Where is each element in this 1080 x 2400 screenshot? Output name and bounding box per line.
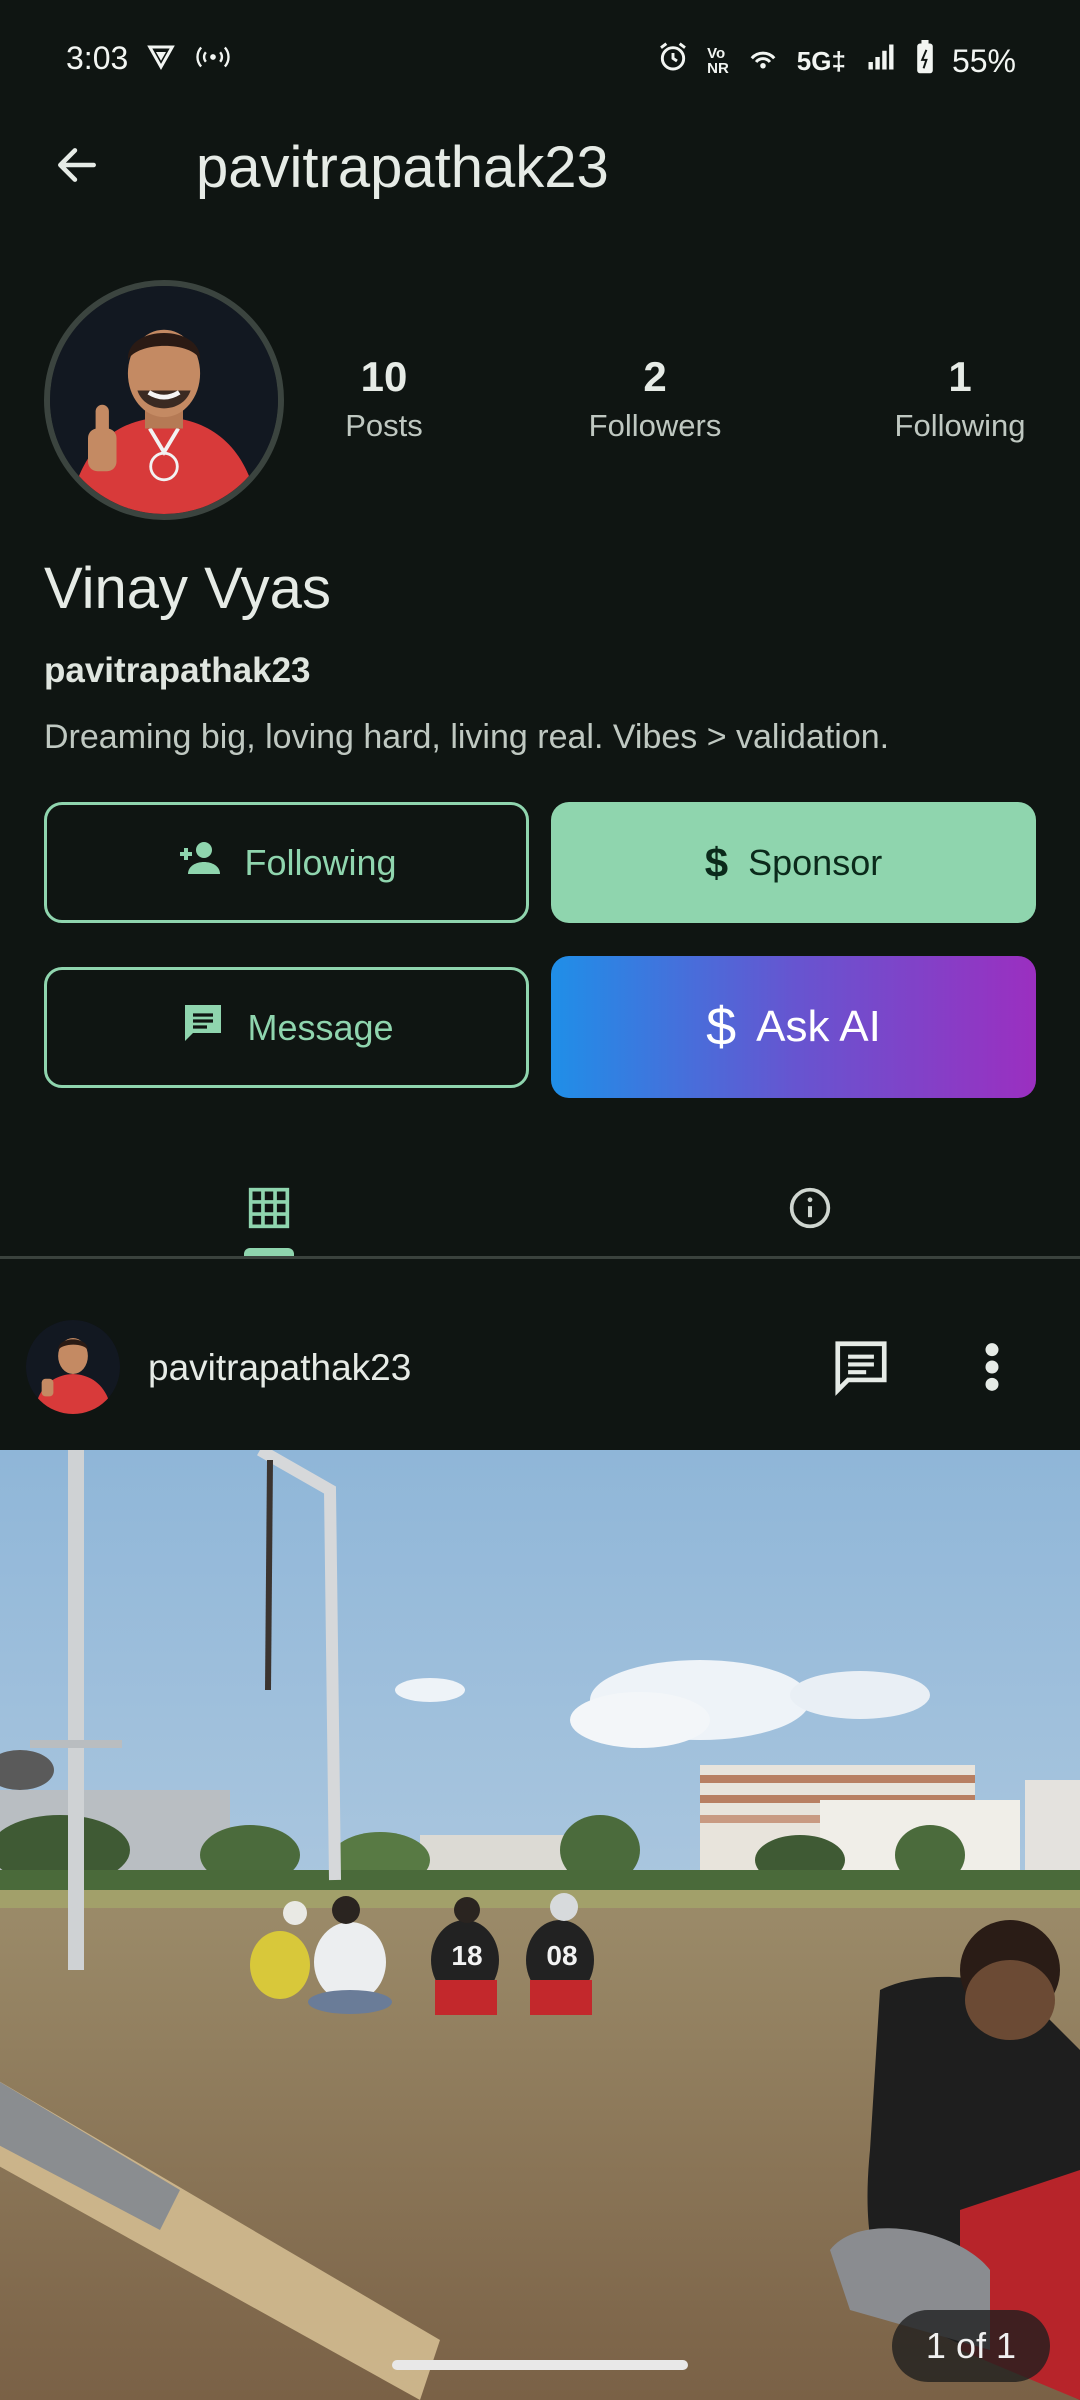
battery-percent: 55% — [951, 42, 1016, 79]
comment-button[interactable] — [826, 1334, 896, 1404]
profile-name: Vinay Vyas — [44, 556, 331, 621]
sponsor-button[interactable]: $ Sponsor — [551, 802, 1036, 923]
dollar-icon: $ — [706, 997, 737, 1057]
page-title: pavitrapathak23 — [196, 135, 609, 200]
vpn-shield-icon — [146, 42, 176, 77]
ask-ai-button[interactable]: $ Ask AI — [551, 956, 1036, 1098]
avatar-photo — [50, 286, 278, 514]
home-indicator[interactable] — [392, 2360, 688, 2370]
status-bar: 3:03 Vo NR 5G‡ 55% — [0, 0, 1080, 124]
tab-grid[interactable] — [219, 1170, 319, 1250]
person-add-icon — [176, 834, 224, 891]
post-image[interactable]: 18 08 1 of 1 — [0, 1450, 1080, 2400]
jersey-number-18: 18 — [451, 1940, 482, 1971]
more-options-button[interactable] — [962, 1334, 1022, 1404]
followers-count[interactable]: 2 Followers — [545, 350, 765, 448]
network-type: 5G‡ — [796, 45, 846, 76]
post-avatar[interactable] — [26, 1320, 120, 1414]
alarm-icon — [657, 41, 689, 81]
post-username[interactable]: pavitrapathak23 — [148, 1344, 411, 1392]
hotspot-icon — [194, 42, 232, 77]
more-vertical-icon — [982, 1341, 1002, 1398]
arrow-left-icon — [52, 140, 102, 195]
image-counter: 1 of 1 — [891, 2310, 1050, 2382]
status-time: 3:03 — [66, 40, 129, 76]
profile-bio: Dreaming big, loving hard, living real. … — [44, 718, 890, 756]
message-icon — [179, 999, 227, 1056]
grid-icon — [247, 1186, 291, 1235]
divider — [0, 1256, 1080, 1259]
battery-icon — [916, 40, 934, 82]
dollar-icon: $ — [704, 838, 729, 886]
following-count[interactable]: 1 Following — [850, 350, 1070, 448]
message-button[interactable]: Message — [44, 967, 529, 1088]
signal-icon — [864, 42, 898, 80]
posts-count[interactable]: 10 Posts — [274, 350, 494, 448]
info-icon — [788, 1186, 832, 1235]
volte-icon: Vo NR — [707, 45, 729, 77]
following-button[interactable]: Following — [44, 802, 529, 923]
profile-username: pavitrapathak23 — [44, 651, 311, 690]
tab-info[interactable] — [760, 1170, 860, 1250]
photo-scene: 18 08 — [0, 1450, 1080, 2400]
wifi-calling-icon — [747, 42, 779, 80]
back-button[interactable] — [42, 132, 112, 202]
jersey-number-08: 08 — [546, 1940, 577, 1971]
tab-indicator — [244, 1248, 294, 1256]
profile-avatar[interactable] — [44, 280, 284, 520]
comment-icon — [830, 1336, 892, 1403]
